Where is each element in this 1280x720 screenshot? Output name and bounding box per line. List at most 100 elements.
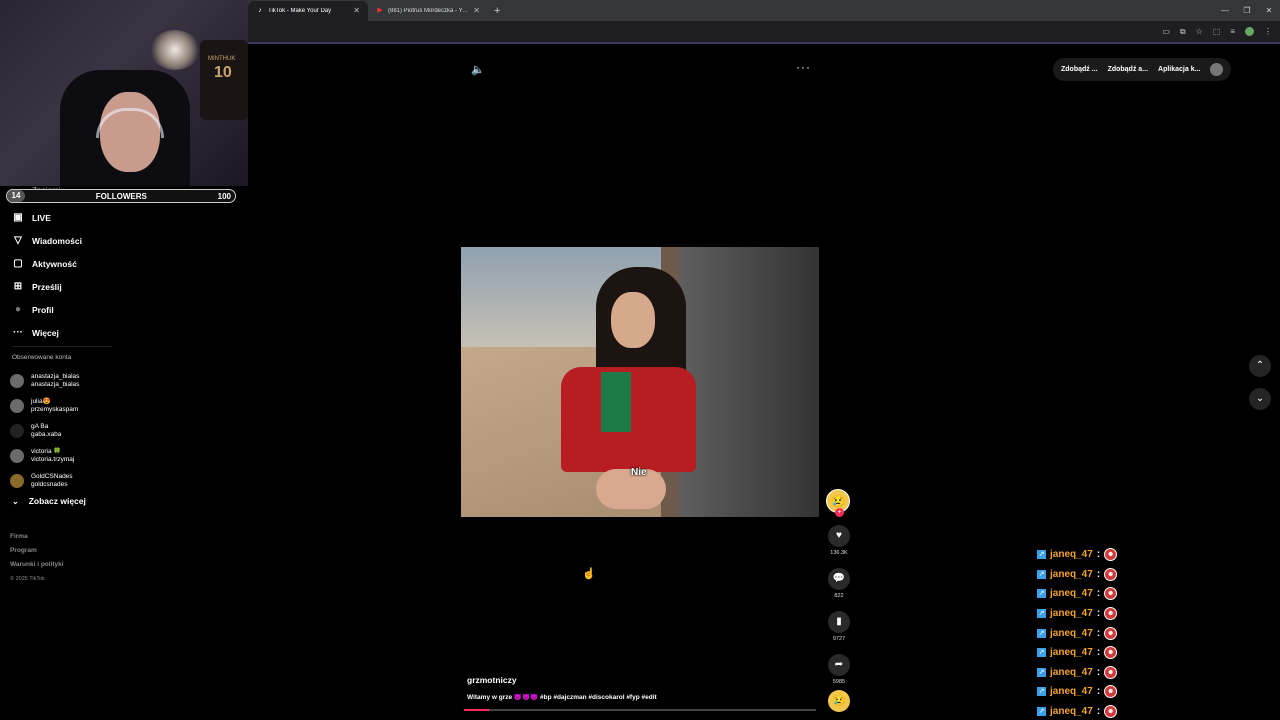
previous-video-button[interactable]: ⌃ [1249, 355, 1271, 377]
platform-badge-icon: ↗ [1037, 609, 1046, 619]
chat-message: ↗ janeq_47: ☻ [1037, 702, 1157, 720]
chat-separator: : [1096, 706, 1101, 718]
upload-icon: ⊞ [13, 281, 23, 292]
tab-tiktok[interactable]: ♪ TikTok - Make Your Day ✕ [248, 0, 368, 21]
promo-download-button[interactable]: Aplikacja k... [1158, 66, 1200, 73]
profile-avatar[interactable] [1245, 27, 1254, 36]
chat-separator: : [1096, 666, 1101, 678]
close-icon[interactable]: ✕ [473, 6, 480, 15]
sidebar-item-label: Profil [32, 304, 54, 315]
jersey-name: MINTHUK [208, 56, 236, 62]
chat-user: janeq_47 [1050, 666, 1093, 678]
bookmark-icon: ▮ [828, 611, 850, 633]
platform-badge-icon: ↗ [1037, 707, 1046, 717]
youtube-icon: ▶ [377, 6, 383, 14]
volume-icon[interactable]: 🔈 [471, 63, 485, 76]
avatar [10, 423, 24, 438]
sidebar-item-label: Aktywność [32, 258, 77, 269]
tab-title: (881) Piotruś Mordeczka - YouT [388, 7, 470, 14]
minimize-button[interactable]: — [1214, 0, 1236, 21]
followed-account[interactable]: GoldCSNades goldcsnades [10, 468, 210, 493]
translate-icon[interactable]: ⧉ [1180, 27, 1186, 37]
emote-icon: ☻ [1104, 705, 1118, 719]
cast-icon[interactable]: ▭ [1162, 27, 1170, 36]
footer-link[interactable]: Firma [10, 530, 64, 544]
restore-button[interactable]: ❐ [1236, 0, 1258, 21]
extensions-icon[interactable]: ⬚ [1213, 27, 1221, 36]
followed-accounts-list: anastazja_bialas anastazja_bialas julia😍 p… [10, 368, 210, 493]
tab-youtube[interactable]: ▶ (881) Piotruś Mordeczka - YouT ✕ [368, 1, 488, 21]
browser-toolbar: ▭ ⧉ ☆ ⬚ ≡ ⋮ [248, 21, 1280, 44]
share-button[interactable]: ➦ 5985 [826, 654, 852, 685]
account-name: victoria 🍀 [31, 447, 62, 455]
chat-message: ↗ janeq_47: ☻ [1037, 604, 1157, 624]
chat-user: janeq_47 [1050, 549, 1093, 561]
follow-plus-icon[interactable]: + [835, 508, 844, 517]
lamp-light [150, 30, 200, 70]
like-button[interactable]: ♥ 136.3K [826, 525, 852, 556]
account-handle: victoria.trzymaj [31, 455, 75, 463]
close-icon[interactable]: ✕ [353, 6, 360, 15]
tab-search-icon[interactable]: ≡ [1230, 27, 1235, 36]
emote-icon: ☻ [1104, 646, 1118, 660]
copyright: © 2025 TikTok [10, 576, 45, 582]
video-wall [679, 247, 819, 517]
save-button[interactable]: ▮ 9727 [826, 611, 852, 642]
share-count: 5985 [832, 679, 846, 685]
new-tab-button[interactable]: + [494, 5, 500, 17]
avatar[interactable] [1210, 63, 1224, 76]
platform-badge-icon: ↗ [1037, 667, 1046, 677]
chat-separator: : [1096, 568, 1101, 580]
sidebar-item-label: Więcej [32, 327, 59, 338]
followed-account[interactable]: victoria 🍀 victoria.trzymaj [10, 443, 210, 468]
platform-badge-icon: ↗ [1037, 628, 1046, 638]
footer-link[interactable]: Program [10, 544, 64, 558]
promo-bar: Zdobądź ... Zdobądź a... Aplikacja k... [1053, 58, 1232, 81]
video-progress-bar[interactable] [464, 709, 816, 711]
followed-account[interactable]: gA Ba gaba.xaba [10, 418, 210, 443]
platform-badge-icon: ↗ [1037, 687, 1046, 697]
see-more-button[interactable]: ⌄ Zobacz więcej [12, 496, 86, 506]
creator-avatar[interactable]: 😢 + [826, 489, 850, 517]
divider [12, 346, 112, 347]
star-icon[interactable]: ☆ [1196, 27, 1203, 36]
followers-count: 14 [7, 190, 25, 202]
sidebar-nav: ▣ LIVE ▽ Wiadomości ▢ Aktywność ⊞ Prześl… [10, 206, 240, 344]
close-window-button[interactable]: ✕ [1258, 0, 1280, 21]
profile-icon: ● [14, 304, 22, 315]
chat-user: janeq_47 [1050, 647, 1093, 659]
footer-link[interactable]: Warunki i polityki [10, 558, 64, 572]
sidebar-item-upload[interactable]: ⊞ Prześlij [10, 275, 240, 298]
next-video-button[interactable]: ⌄ [1249, 388, 1271, 410]
chat-message: ↗ janeq_47: ☻ [1037, 682, 1157, 702]
comment-button[interactable]: 💬 822 [826, 568, 852, 599]
sidebar-item-activity[interactable]: ▢ Aktywność [10, 252, 240, 275]
video-subject-shirt-stripe [601, 372, 631, 432]
followed-account[interactable]: julia😍 przemyskaspam [10, 393, 210, 418]
chevron-down-icon: ⌄ [1255, 393, 1265, 404]
video-author[interactable]: grzmotniczy [467, 675, 517, 685]
chat-message: ↗ janeq_47: ☻ [1037, 545, 1157, 565]
window-controls: — ❐ ✕ [1214, 0, 1280, 21]
share-icon: ➦ [828, 654, 850, 676]
chat-user: janeq_47 [1050, 588, 1093, 600]
more-options-icon[interactable]: ··· [796, 60, 811, 74]
sidebar-item-profile[interactable]: ● Profil [10, 298, 240, 321]
sidebar-item-more[interactable]: ··· Więcej [10, 321, 240, 344]
chat-user: janeq_47 [1050, 706, 1093, 718]
video-player[interactable]: Nie [461, 247, 819, 517]
music-disc-icon[interactable]: 😢 [828, 690, 850, 712]
live-icon: ▣ [13, 212, 23, 223]
sidebar-footer: Firma Program Warunki i polityki © 2025 … [10, 530, 64, 586]
browser-tab-bar: ♪ TikTok - Make Your Day ✕ ▶ (881) Piotr… [248, 0, 1280, 21]
account-handle: gaba.xaba [31, 430, 62, 438]
menu-icon[interactable]: ⋮ [1264, 27, 1272, 36]
followed-account[interactable]: anastazja_bialas anastazja_bialas [10, 368, 210, 393]
avatar [10, 373, 24, 388]
sidebar-item-messages[interactable]: ▽ Wiadomości [10, 229, 240, 252]
video-subtitle: Nie [631, 467, 647, 478]
promo-app-button[interactable]: Zdobądź a... [1108, 66, 1148, 73]
sidebar-item-live[interactable]: ▣ LIVE [10, 206, 240, 229]
send-icon: ▽ [14, 235, 22, 246]
promo-coins-button[interactable]: Zdobądź ... [1061, 66, 1098, 73]
